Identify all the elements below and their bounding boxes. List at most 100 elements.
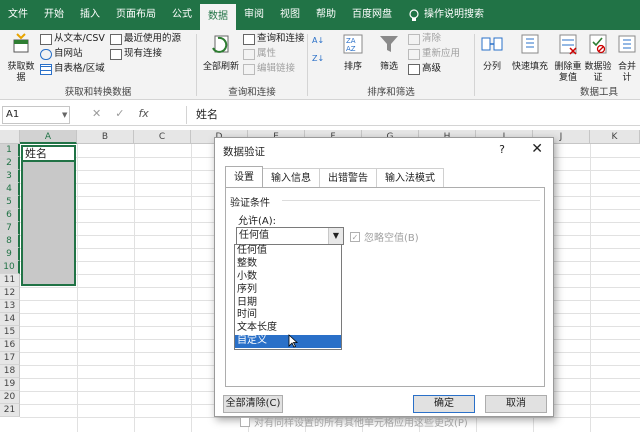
tab-input-message[interactable]: 输入信息 <box>262 168 320 187</box>
filter-button[interactable]: 筛选 <box>374 32 404 73</box>
cell-a1[interactable]: 姓名 <box>21 145 76 160</box>
apply-all-checkbox[interactable]: 对有同样设置的所有其他单元格应用这些更改(P) <box>240 414 468 429</box>
chevron-down-icon[interactable]: ▼ <box>328 228 343 244</box>
close-button[interactable]: ✕ <box>531 141 543 157</box>
tab-page-layout[interactable]: 页面布局 <box>108 0 164 30</box>
option-decimal[interactable]: 小数 <box>235 271 341 284</box>
option-list[interactable]: 序列 <box>235 284 341 297</box>
sort-za-button[interactable]: Z↓ <box>312 52 324 66</box>
row-header[interactable]: 5 <box>0 196 20 209</box>
tab-error-alert[interactable]: 出错警告 <box>319 168 377 187</box>
advanced-filter-button[interactable]: 高级 <box>408 62 441 76</box>
tab-ime-mode[interactable]: 输入法模式 <box>376 168 444 187</box>
edit-links-button[interactable]: 编辑链接 <box>243 62 295 76</box>
formula-input[interactable]: 姓名 <box>196 106 218 124</box>
from-text-csv-button[interactable]: 从文本/CSV <box>40 32 105 46</box>
sort-button[interactable]: ZA AZ 排序 <box>338 32 368 73</box>
properties-button[interactable]: 属性 <box>243 47 276 61</box>
row-header[interactable]: 2 <box>0 157 20 170</box>
row-header[interactable]: 21 <box>0 404 20 417</box>
confirm-entry-icon[interactable]: ✓ <box>115 107 124 120</box>
name-box-dropdown-icon[interactable]: ▼ <box>62 111 67 119</box>
row-header[interactable]: 17 <box>0 352 20 365</box>
tab-settings[interactable]: 设置 <box>225 166 263 187</box>
existing-connections-button[interactable]: 现有连接 <box>110 47 162 61</box>
from-web-button[interactable]: 自网站 <box>40 47 83 61</box>
row-header[interactable]: 15 <box>0 326 20 339</box>
row-header[interactable]: 16 <box>0 339 20 352</box>
data-validation-button[interactable]: 数据验证 <box>583 32 613 84</box>
reapply-button[interactable]: 重新应用 <box>408 47 460 61</box>
insert-function-button[interactable]: fx <box>138 107 148 120</box>
advanced-filter-label: 高级 <box>422 63 442 74</box>
option-whole-number[interactable]: 整数 <box>235 258 341 271</box>
flash-fill-button[interactable]: 快速填充 <box>509 32 551 73</box>
consolidate-button[interactable]: 合并计 <box>614 32 640 84</box>
tab-review[interactable]: 审阅 <box>236 0 272 30</box>
option-any-value[interactable]: 任何值 <box>235 245 341 258</box>
queries-icon <box>243 33 255 45</box>
tab-file[interactable]: 文件 <box>0 0 36 30</box>
row-header[interactable]: 14 <box>0 313 20 326</box>
allow-label: 允许(A): <box>238 216 277 227</box>
cancel-button[interactable]: 取消 <box>485 395 547 413</box>
table-icon <box>40 63 52 75</box>
row-header[interactable]: 9 <box>0 248 20 261</box>
get-data-button[interactable]: 获取数据 <box>4 32 38 84</box>
from-table-button[interactable]: 自表格/区域 <box>40 62 105 76</box>
row-header[interactable]: 4 <box>0 183 20 196</box>
column-header-k[interactable]: K <box>590 130 640 144</box>
text-to-columns-button[interactable]: 分列 <box>477 32 507 73</box>
row-header[interactable]: 11 <box>0 274 20 287</box>
tab-help[interactable]: 帮助 <box>308 0 344 30</box>
group-sort-filter-label: 排序和筛选 <box>367 87 415 98</box>
mouse-cursor-icon <box>288 334 298 348</box>
ignore-blank-checkbox[interactable]: ✓ 忽略空值(B) <box>350 229 419 244</box>
row-header[interactable]: 13 <box>0 300 20 313</box>
tab-view[interactable]: 视图 <box>272 0 308 30</box>
row-header[interactable]: 6 <box>0 209 20 222</box>
allow-select[interactable]: 任何值 ▼ <box>236 227 344 245</box>
recent-sources-button[interactable]: 最近使用的源 <box>110 32 181 46</box>
column-header-a[interactable]: A <box>20 130 77 144</box>
clear-all-button[interactable]: 全部清除(C) <box>223 395 283 413</box>
cancel-entry-icon[interactable]: ✕ <box>92 107 101 120</box>
allow-select-value: 任何值 <box>239 230 269 241</box>
column-header-b[interactable]: B <box>77 130 134 144</box>
row-header[interactable]: 1 <box>0 144 20 157</box>
selected-range[interactable] <box>21 160 76 286</box>
flash-fill-icon <box>521 34 539 54</box>
tab-baidu-netdisk[interactable]: 百度网盘 <box>344 0 400 30</box>
tell-me-search[interactable]: 操作说明搜索 <box>400 0 492 30</box>
row-header[interactable]: 19 <box>0 378 20 391</box>
clear-filter-button[interactable]: 清除 <box>408 32 441 46</box>
sort-az-button[interactable]: A↓ <box>312 34 324 48</box>
option-time[interactable]: 时间 <box>235 309 341 322</box>
checkbox-checked-icon: ✓ <box>350 231 360 242</box>
row-header[interactable]: 3 <box>0 170 20 183</box>
tab-insert[interactable]: 插入 <box>72 0 108 30</box>
help-button[interactable]: ? <box>499 143 505 156</box>
tab-home[interactable]: 开始 <box>36 0 72 30</box>
row-header[interactable]: 8 <box>0 235 20 248</box>
remove-duplicates-button[interactable]: 删除重复值 <box>553 32 583 84</box>
ok-button[interactable]: 确定 <box>413 395 475 413</box>
ignore-blank-label: 忽略空值(B) <box>364 233 419 244</box>
row-header[interactable]: 10 <box>0 261 20 274</box>
refresh-icon <box>212 35 229 53</box>
row-header[interactable]: 20 <box>0 391 20 404</box>
row-header[interactable]: 18 <box>0 365 20 378</box>
select-all-corner[interactable] <box>0 130 20 144</box>
row-header[interactable]: 12 <box>0 287 20 300</box>
row-header[interactable]: 7 <box>0 222 20 235</box>
consolidate-icon <box>618 35 636 53</box>
queries-connections-button[interactable]: 查询和连接 <box>243 32 305 46</box>
refresh-all-button[interactable]: 全部刷新 <box>199 32 243 73</box>
tab-formulas[interactable]: 公式 <box>164 0 200 30</box>
sort-ascending-icon: A↓ <box>312 36 325 45</box>
name-box[interactable]: A1 <box>2 106 70 124</box>
option-date[interactable]: 日期 <box>235 297 341 310</box>
data-validation-label: 数据验证 <box>584 62 612 83</box>
tab-data[interactable]: 数据 <box>200 4 236 30</box>
column-header-c[interactable]: C <box>134 130 191 144</box>
